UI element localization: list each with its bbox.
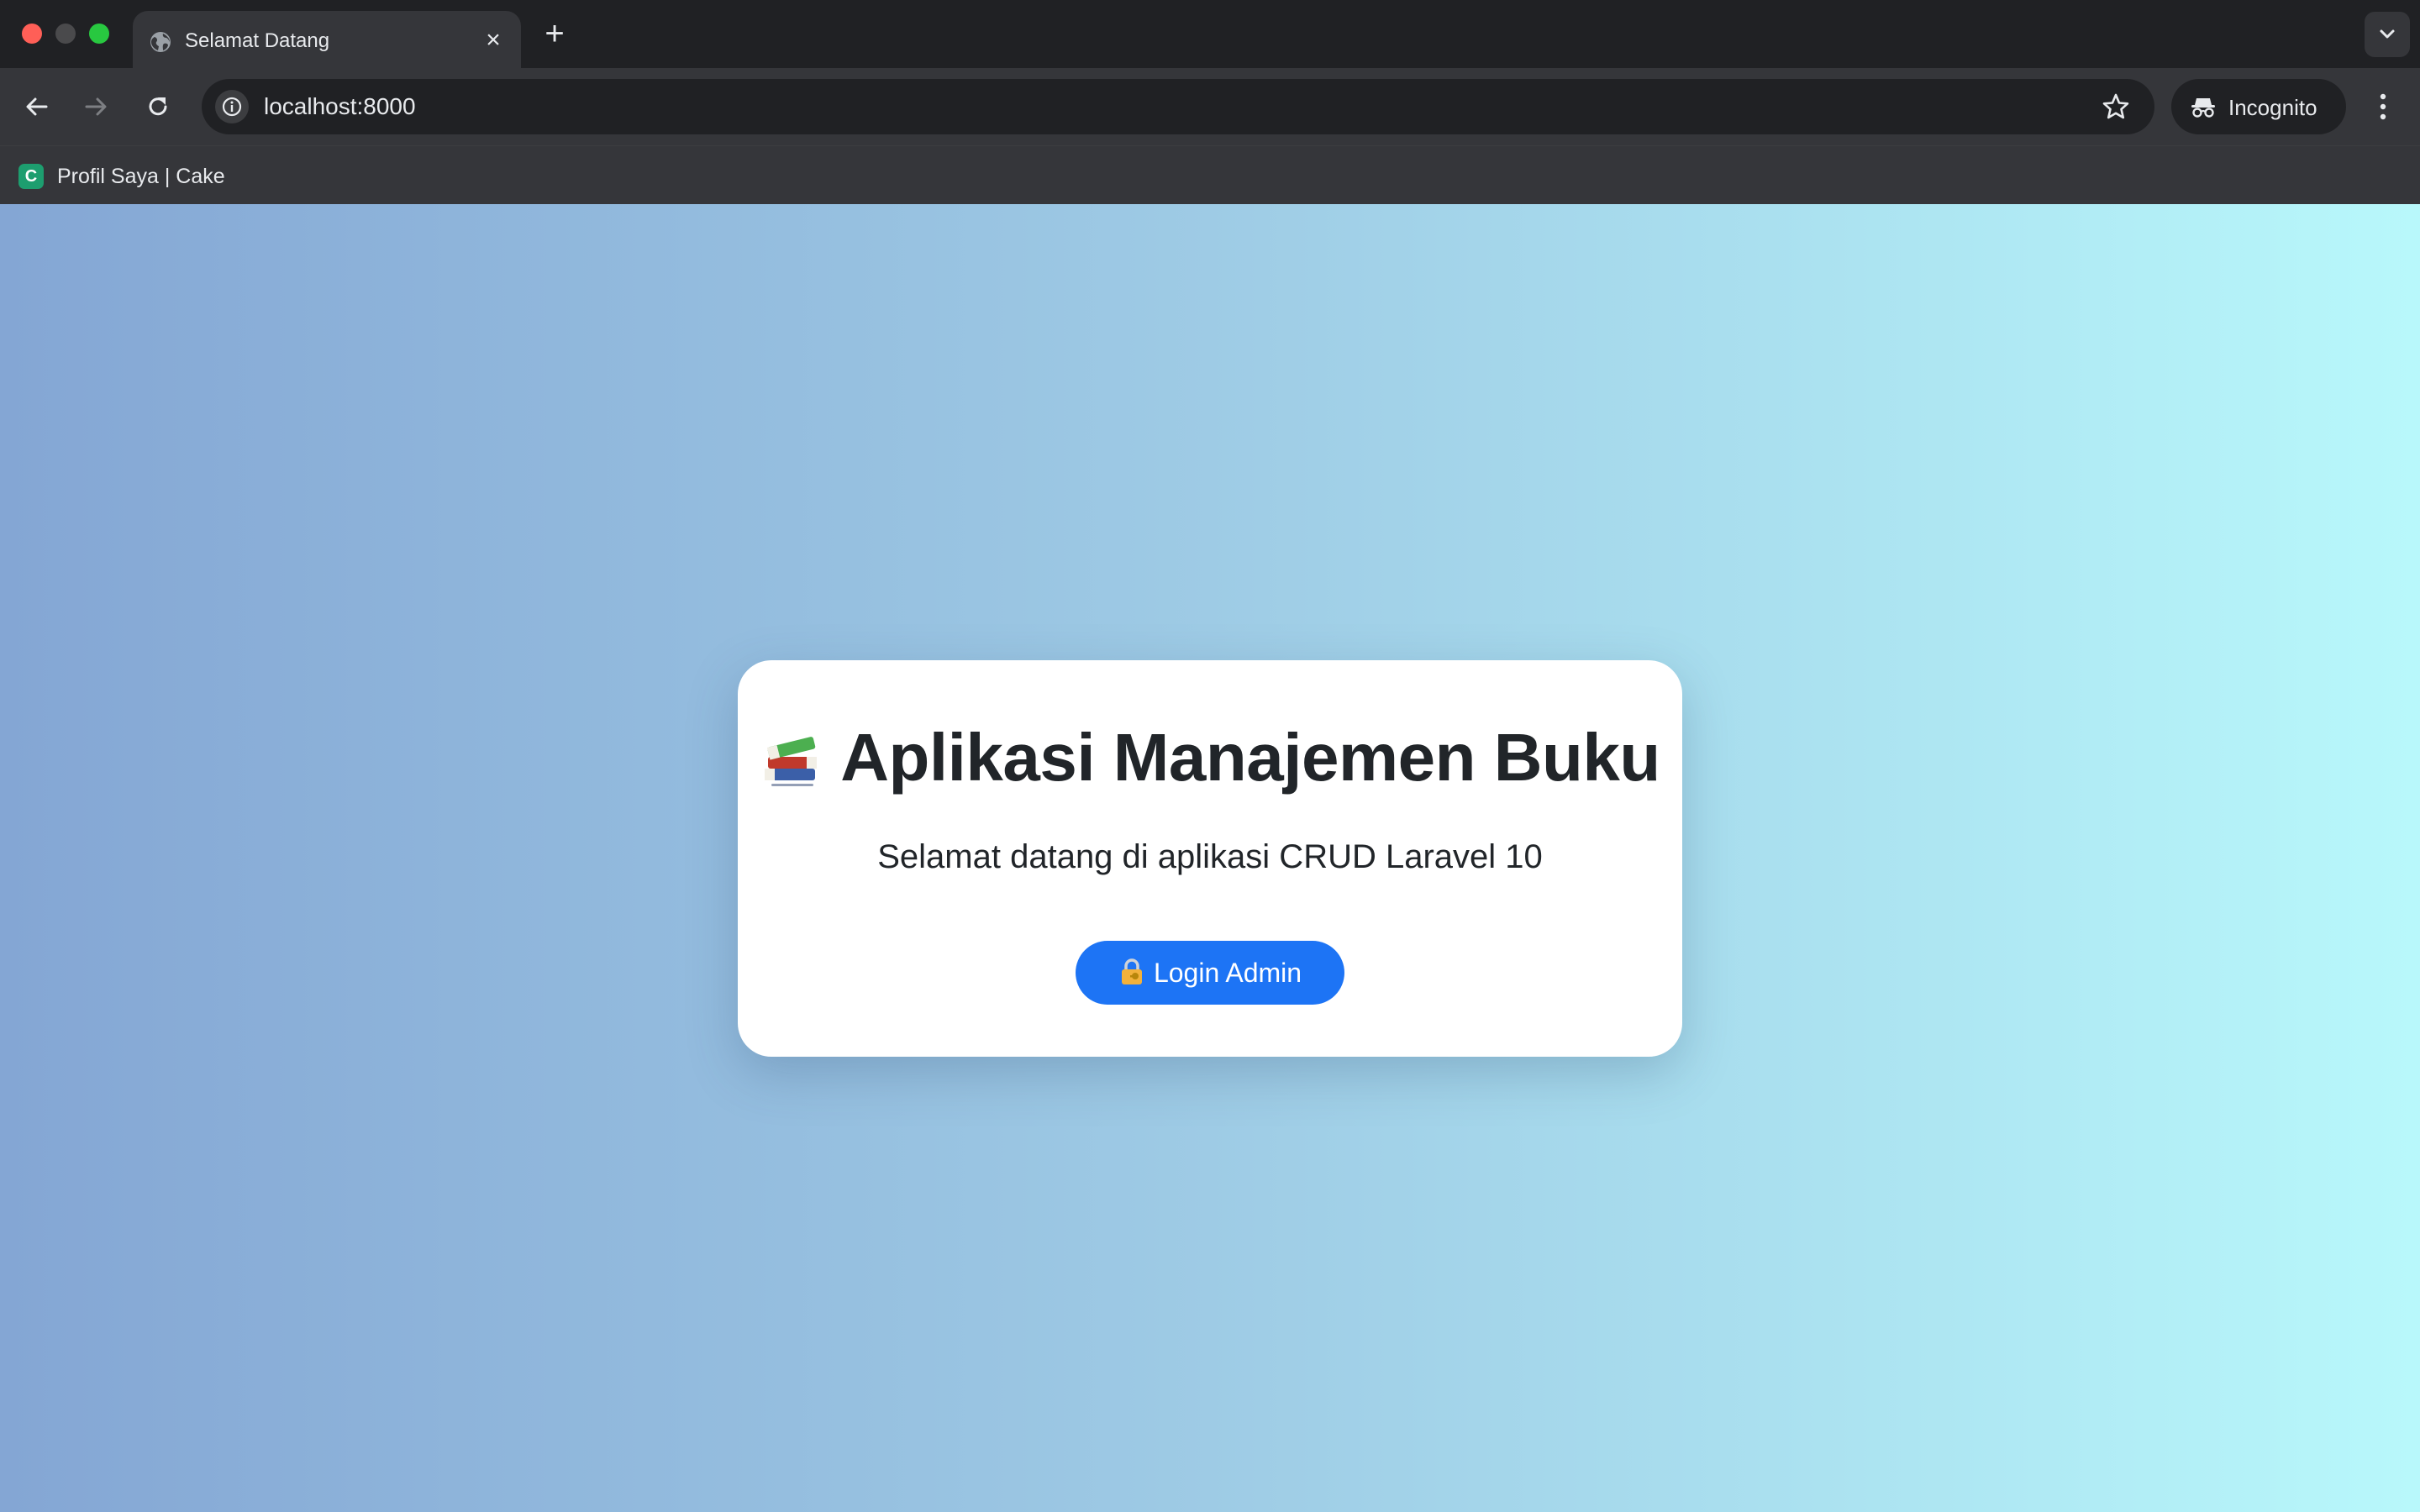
tab-search-button[interactable] [2365,12,2410,57]
kebab-menu-icon [2380,93,2386,120]
lock-key-icon [1121,958,1142,984]
window-zoom-button[interactable] [89,24,109,44]
browser-tab-active[interactable]: Selamat Datang × [133,11,521,68]
welcome-card: Aplikasi Manajemen Buku Selamat datang d… [738,660,1682,1057]
incognito-icon [2191,98,2215,118]
bookmarks-bar: C Profil Saya | Cake [0,145,2420,204]
window-close-button[interactable] [22,24,42,44]
bookmark-label: Profil Saya | Cake [57,165,225,188]
globe-icon [150,32,171,52]
browser-toolbar: localhost:8000 Incognito [0,68,2420,145]
info-icon [222,97,242,117]
login-admin-button[interactable]: Login Admin [1076,941,1344,1005]
browser-menu-button[interactable] [2368,88,2398,125]
arrow-right-icon [85,97,107,116]
incognito-label: Incognito [2228,95,2317,120]
tab-title: Selamat Datang [185,29,330,52]
site-info-button[interactable] [215,90,249,123]
bookmark-star-icon[interactable] [2101,92,2131,122]
forward-button[interactable] [77,88,114,125]
page-title-text: Aplikasi Manajemen Buku [840,720,1660,795]
page-subtitle: Selamat datang di aplikasi CRUD Laravel … [877,838,1543,875]
arrow-left-icon [26,97,48,116]
back-button[interactable] [18,88,55,125]
reload-button[interactable] [139,88,176,125]
chevron-down-icon [2380,29,2395,39]
login-admin-label: Login Admin [1153,958,1302,988]
books-icon [765,737,818,786]
new-tab-button[interactable]: + [538,13,571,54]
cake-favicon-icon: C [18,164,44,189]
page-title: Aplikasi Manajemen Buku [738,719,1682,796]
incognito-indicator[interactable]: Incognito [2171,79,2346,134]
page-viewport: Aplikasi Manajemen Buku Selamat datang d… [0,204,2420,1512]
window-minimize-button[interactable] [55,24,76,44]
url-text[interactable]: localhost:8000 [264,93,416,120]
tab-close-icon[interactable]: × [479,26,508,55]
address-bar[interactable]: localhost:8000 [202,79,2154,134]
browser-titlebar: Selamat Datang × + [0,0,2420,68]
reload-icon [149,97,167,116]
